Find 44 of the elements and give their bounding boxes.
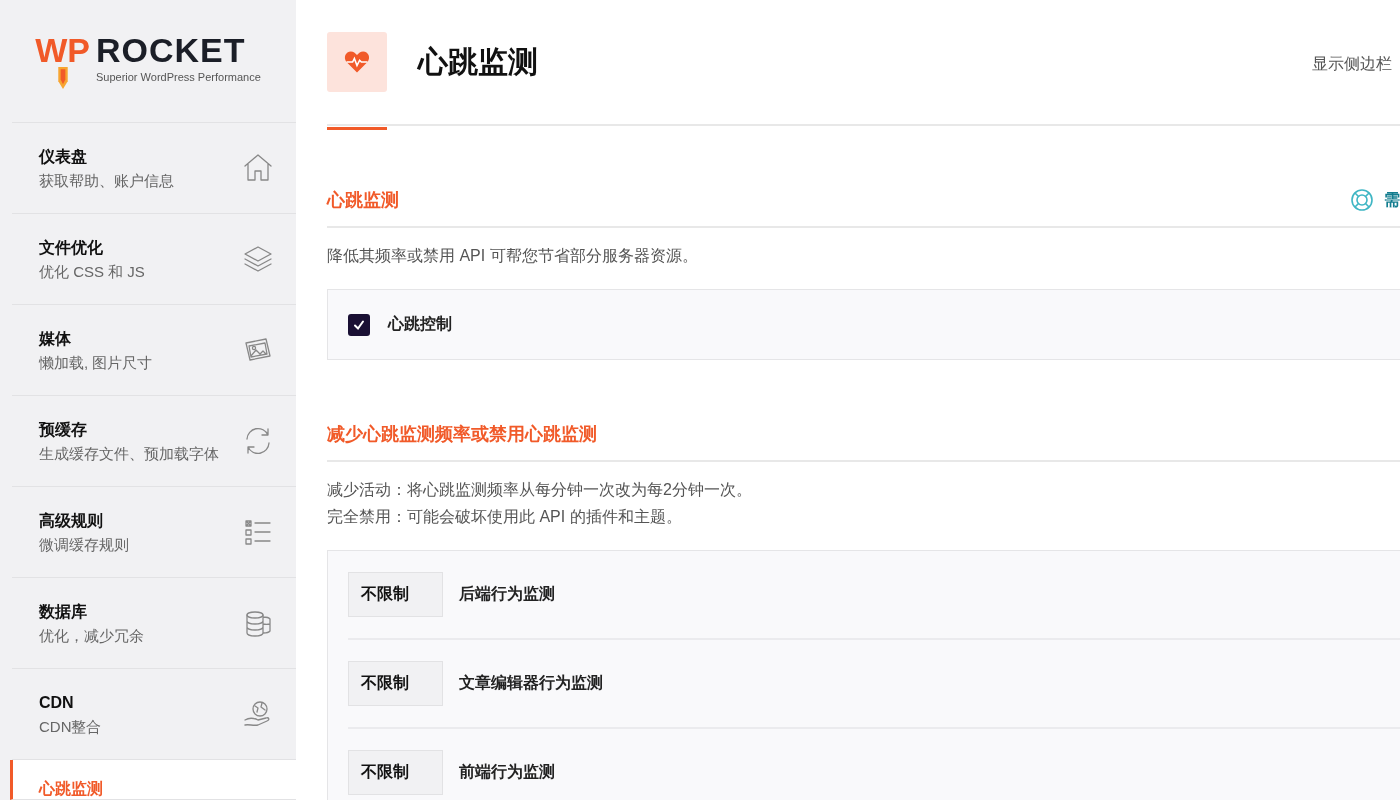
description-text: 降低其频率或禁用 API 可帮您节省部分服务器资源。 [327, 246, 699, 266]
show-sidebar-link[interactable]: 显示侧边栏 [1312, 54, 1392, 75]
page-title: 心跳监测 [418, 44, 538, 80]
dropdown[interactable]: 不限制 [348, 661, 443, 706]
option-label: 前端行为监测 [459, 762, 555, 782]
dropdown[interactable]: 不限制 [348, 750, 443, 795]
nav-title: 数据库 [39, 601, 88, 622]
nav-subtitle: 微调缓存规则 [39, 535, 129, 555]
option-label: 文章编辑器行为监测 [459, 673, 603, 693]
sidebar-item[interactable]: 媒体 懒加载, 图片尺寸 [12, 305, 296, 396]
nav-title: 文件优化 [39, 237, 104, 258]
heartbeat-icon [327, 32, 387, 92]
nav-subtitle: CDN整合 [39, 717, 102, 737]
section-title: 减少心跳监测频率或禁用心跳监测 [327, 423, 597, 446]
rocket-flame-icon [56, 67, 69, 89]
sidebar-item[interactable]: 文件优化 优化 CSS 和 JS [12, 214, 296, 305]
sidebar-item[interactable]: 数据库 优化，减少冗余 [12, 578, 296, 669]
help-link[interactable]: 需 [1350, 188, 1400, 212]
checkbox-label: 心跳控制 [388, 314, 452, 334]
nav-subtitle: 获取帮助、账户信息 [39, 171, 174, 191]
description-text: 减少活动：将心跳监测频率从每分钟一次改为每2分钟一次。 [327, 480, 753, 500]
nav-title: 媒体 [39, 328, 72, 349]
nav-title: 预缓存 [39, 419, 88, 440]
nav-title: 心跳监测 [39, 779, 103, 799]
sidebar-item[interactable]: 仪表盘 获取帮助、账户信息 [12, 123, 296, 214]
nav-subtitle: 生成缓存文件、预加载字体 [39, 444, 219, 464]
nav-subtitle: 懒加载, 图片尺寸 [39, 353, 153, 373]
nav-title: CDN [39, 692, 75, 713]
logo-text: WP [35, 33, 90, 67]
nav-title: 高级规则 [39, 510, 104, 531]
house-icon [242, 152, 274, 184]
active-underline [327, 127, 387, 130]
option-label: 后端行为监测 [459, 584, 555, 604]
sidebar-item[interactable]: 高级规则 微调缓存规则 [12, 487, 296, 578]
checkbox[interactable] [348, 313, 370, 336]
nav-subtitle: 优化 CSS 和 JS [39, 262, 145, 282]
section-title: 心跳监测 [327, 189, 399, 212]
logo-tagline: Superior WordPress Performance [95, 71, 261, 83]
logo-text: ROCKET [95, 33, 247, 67]
dropdown[interactable]: 不限制 [348, 572, 443, 617]
nav-subtitle: 优化，减少冗余 [39, 626, 144, 646]
nav-title: 仪表盘 [39, 146, 88, 167]
sidebar-item[interactable]: 预缓存 生成缓存文件、预加载字体 [12, 396, 296, 487]
description-text: 完全禁用：可能会破坏使用此 API 的插件和主题。 [327, 507, 683, 527]
